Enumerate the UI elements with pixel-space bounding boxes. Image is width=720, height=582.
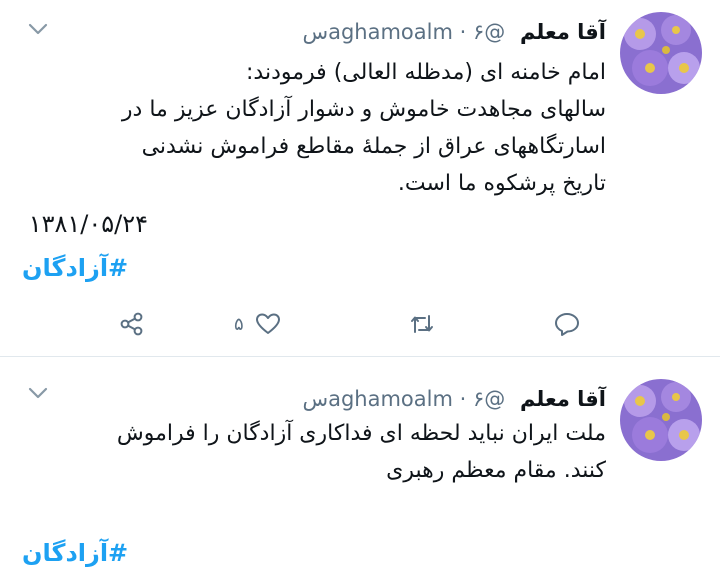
tweet[interactable]: آقا معلم @aghamoalm · ۶س امام خامنه ای (… bbox=[0, 0, 720, 356]
like-button[interactable]: ۵ bbox=[234, 306, 282, 342]
avatar[interactable] bbox=[620, 12, 702, 94]
separator-dot: · bbox=[459, 387, 467, 411]
tweet-text-line: اسارتگاههای عراق از جملهٔ مقاطع فراموش ن… bbox=[141, 134, 606, 159]
tweet-text-line: ملت ایران نباید لحظه ای فداکاری آزادگان … bbox=[116, 421, 606, 446]
avatar[interactable] bbox=[620, 379, 702, 461]
tweet-text: امام خامنه ای (مدظله العالی) فرمودند: سا… bbox=[26, 54, 606, 202]
avatar-flowers-image bbox=[620, 12, 702, 94]
tweet-header: آقا معلم @aghamoalm · ۶س bbox=[302, 18, 606, 46]
share-icon bbox=[120, 312, 143, 336]
tweet[interactable]: آقا معلم @aghamoalm · ۶س ملت ایران نباید… bbox=[0, 357, 720, 582]
separator-dot: · bbox=[459, 20, 467, 44]
author-name[interactable]: آقا معلم bbox=[520, 20, 606, 44]
reply-icon bbox=[555, 313, 579, 336]
tweet-date-text: ۱۳۸۱/۰۵/۲۴ bbox=[28, 210, 148, 238]
author-name[interactable]: آقا معلم bbox=[520, 387, 606, 411]
chevron-down-icon[interactable] bbox=[28, 386, 48, 400]
retweet-button[interactable] bbox=[408, 306, 436, 342]
chevron-down-icon[interactable] bbox=[28, 22, 48, 36]
hashtag-link[interactable]: #آزادگان bbox=[22, 539, 128, 567]
tweet-text-line: تاریخ پرشکوه ما است. bbox=[397, 171, 606, 196]
tweet-text-line: امام خامنه ای (مدظله العالی) فرمودند: bbox=[246, 60, 606, 85]
heart-icon bbox=[255, 313, 280, 334]
hashtag-link[interactable]: #آزادگان bbox=[22, 254, 128, 282]
share-button[interactable] bbox=[118, 306, 146, 342]
tweet-header: آقا معلم @aghamoalm · ۶س bbox=[302, 385, 606, 413]
avatar-flowers-image bbox=[620, 379, 702, 461]
tweet-text: ملت ایران نباید لحظه ای فداکاری آزادگان … bbox=[26, 415, 606, 489]
like-count: ۵ bbox=[234, 313, 244, 335]
retweet-icon bbox=[411, 315, 433, 333]
tweet-text-line: کنند. مقام معظم رهبری bbox=[386, 458, 606, 483]
tweet-text-line: سالهای مجاهدت خاموش و دشوار آزادگان عزیز… bbox=[121, 97, 606, 122]
tweet-actions: ۵ bbox=[0, 306, 720, 342]
reply-button[interactable] bbox=[553, 306, 581, 342]
